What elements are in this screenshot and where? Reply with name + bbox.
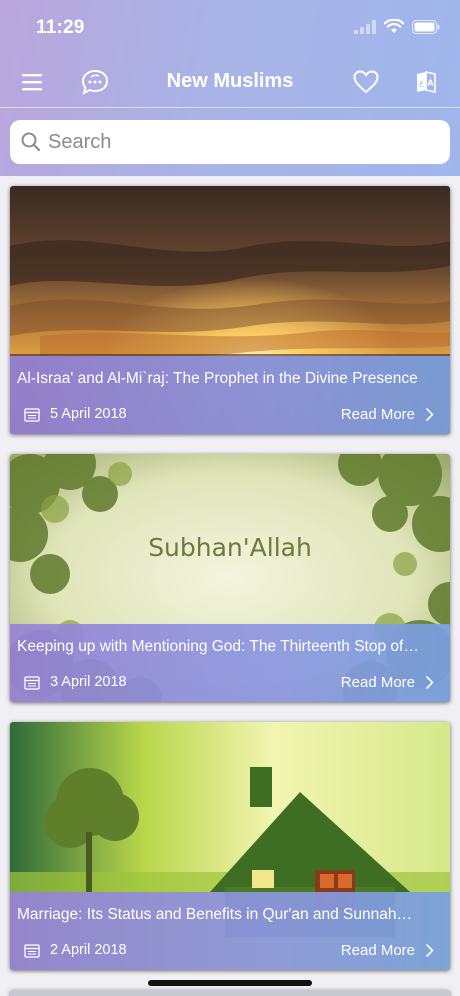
calendar-icon: [24, 943, 40, 958]
home-indicator[interactable]: [148, 980, 312, 986]
battery-icon: [412, 19, 440, 34]
article-info-panel: Keeping up with Mentioning God: The Thir…: [10, 624, 450, 702]
chevron-right-icon: [425, 675, 434, 690]
read-more-link[interactable]: Read More: [341, 406, 434, 423]
article-date: 2 April 2018: [24, 942, 127, 958]
status-icons: [354, 19, 440, 34]
heart-icon: [353, 70, 379, 94]
article-title: Keeping up with Mentioning God: The Thir…: [17, 638, 419, 655]
read-more-link[interactable]: Read More: [341, 942, 434, 959]
page-title: New Muslims: [166, 70, 294, 92]
article-date-text: 2 April 2018: [50, 942, 127, 958]
status-bar: 11:29: [0, 0, 460, 56]
article-card[interactable]: Al-Israa' and Al-Mi`raj: The Prophet in …: [10, 186, 450, 434]
calendar-icon: [24, 675, 40, 690]
article-title: Al-Israa' and Al-Mi`raj: The Prophet in …: [17, 370, 418, 387]
read-more-label: Read More: [340, 942, 415, 959]
read-more-link[interactable]: Read More: [341, 674, 434, 691]
translate-icon: ع A: [417, 71, 436, 93]
chevron-right-icon: [425, 943, 434, 958]
header-divider: [0, 107, 460, 108]
signal-icon: [354, 19, 376, 34]
article-card[interactable]: Marriage: Its Status and Benefits in Qur…: [10, 722, 450, 970]
article-date-text: 5 April 2018: [50, 406, 127, 422]
search-icon: [21, 132, 41, 152]
article-date: 3 April 2018: [24, 674, 127, 690]
status-time: 11:29: [36, 17, 85, 38]
language-button[interactable]: ع A: [408, 66, 444, 98]
chevron-right-icon: [425, 407, 434, 422]
svg-text:A: A: [427, 79, 434, 88]
navigation-bar: New Muslims ع A: [0, 58, 460, 106]
article-title: Marriage: Its Status and Benefits in Qur…: [17, 906, 412, 923]
svg-text:ع: ع: [419, 78, 424, 87]
read-more-label: Read More: [340, 406, 415, 423]
article-card-partial[interactable]: [10, 990, 450, 996]
article-date: 5 April 2018: [24, 406, 127, 422]
article-info-panel: Al-Israa' and Al-Mi`raj: The Prophet in …: [10, 356, 450, 434]
article-card[interactable]: Subhan'Allah Keeping up with Mentioning …: [10, 454, 450, 702]
calendar-icon: [24, 407, 40, 422]
wifi-icon: [384, 19, 404, 33]
image-caption-text: Subhan'Allah: [148, 533, 312, 562]
article-date-text: 3 April 2018: [50, 674, 127, 690]
favorites-button[interactable]: [348, 66, 384, 98]
app-header: 11:29 New Muslims ع A Search: [0, 0, 460, 176]
search-bar[interactable]: [10, 120, 450, 164]
read-more-label: Read More: [340, 674, 415, 691]
search-input[interactable]: [48, 130, 428, 154]
article-info-panel: Marriage: Its Status and Benefits in Qur…: [10, 892, 450, 970]
article-feed: Al-Israa' and Al-Mi`raj: The Prophet in …: [0, 176, 460, 996]
